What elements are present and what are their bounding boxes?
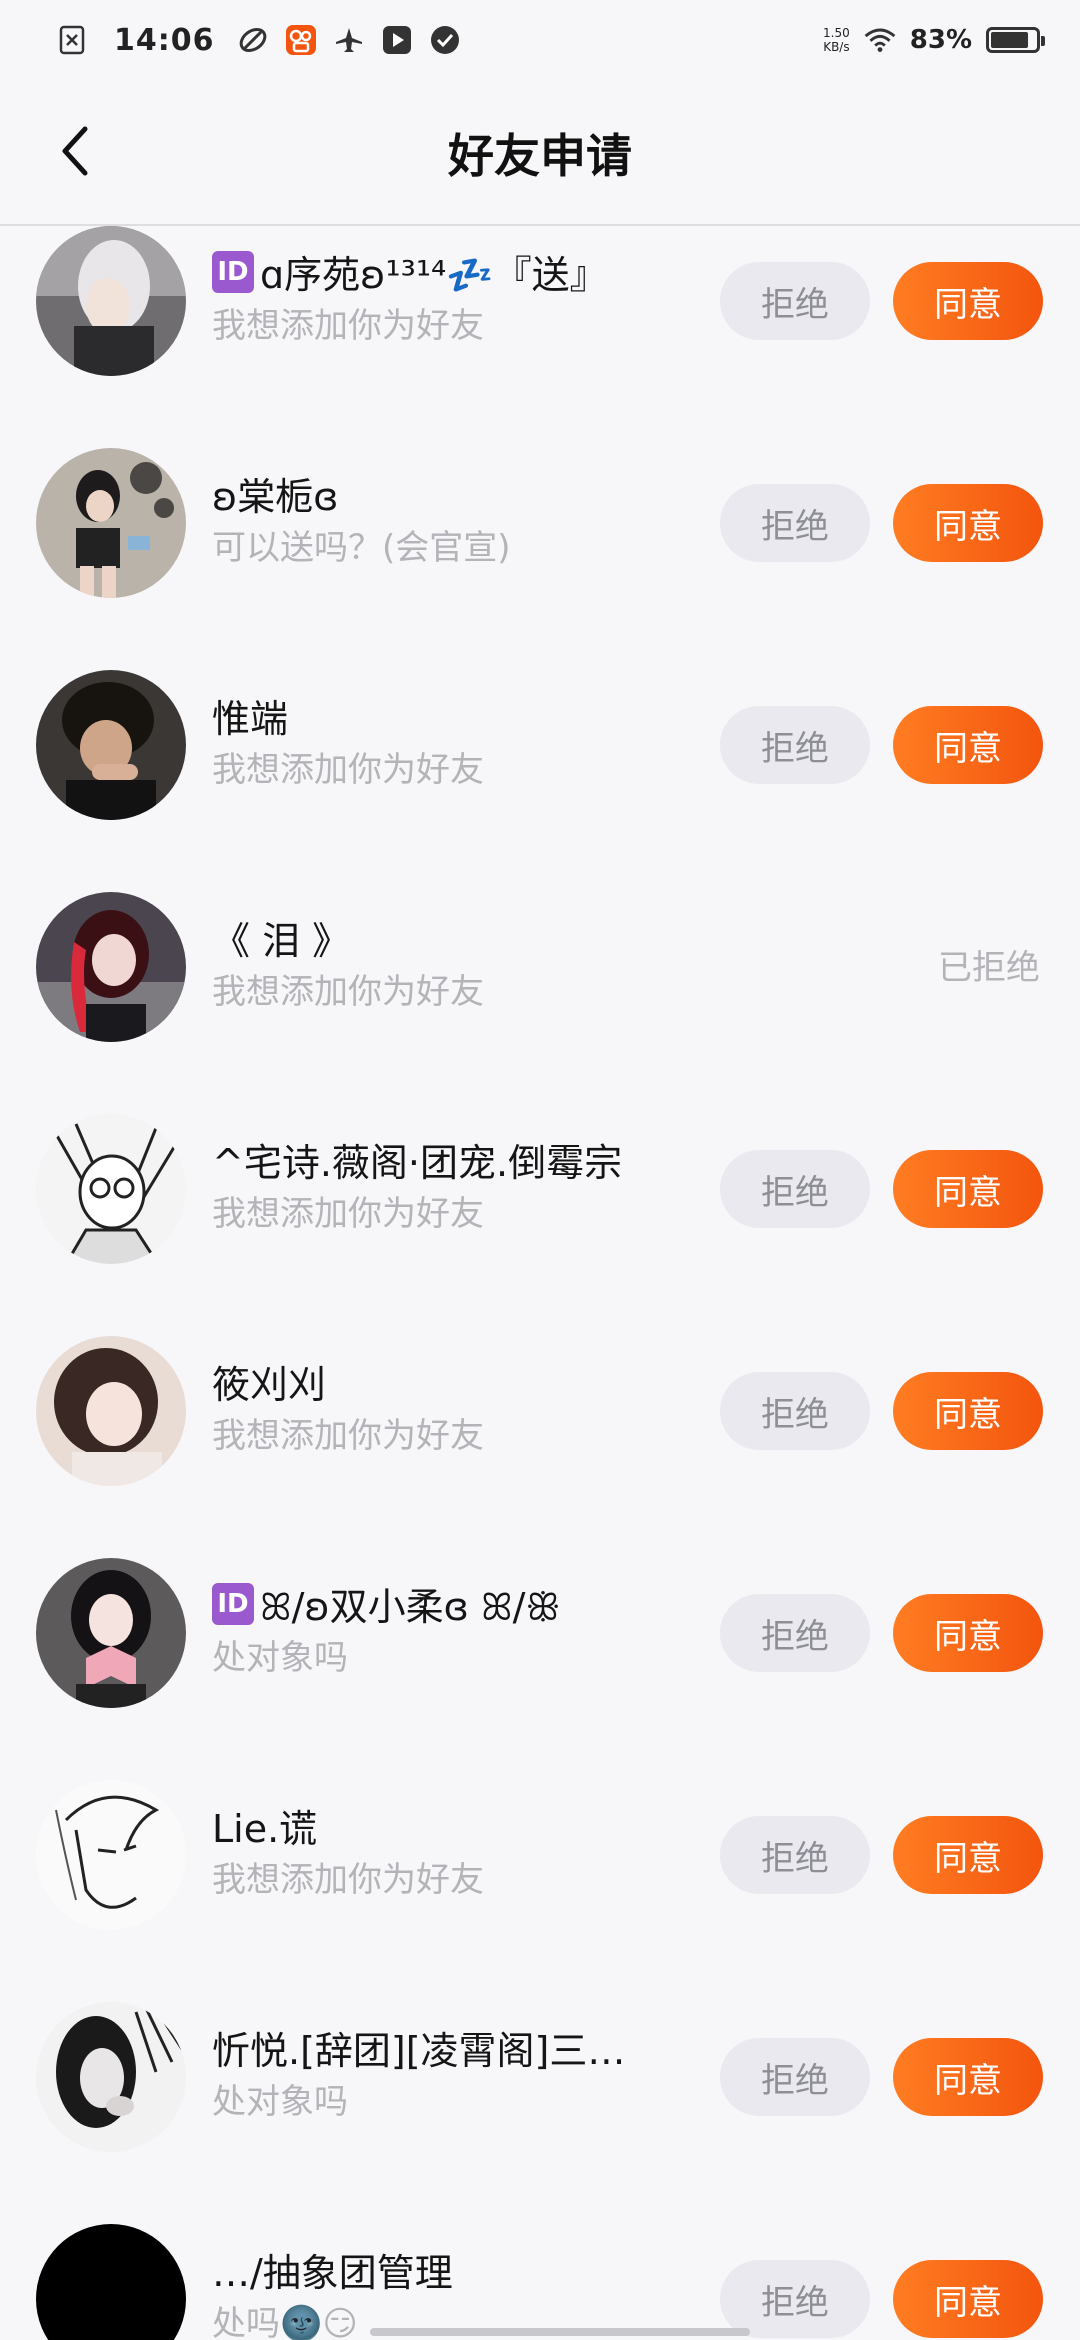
reject-button[interactable]: 拒绝: [720, 1816, 870, 1894]
request-row: ID ꕤ/ʚ双小柔ɞ ꕤ/ꕥ 处对象吗 拒绝 同意: [0, 1558, 1080, 1780]
request-message: 处对象吗: [212, 1638, 348, 1678]
request-message: 我想添加你为好友: [212, 750, 484, 790]
request-name-text: 忻悦.[辞团][凌霄阁]三…: [212, 2029, 626, 2073]
request-row: Lie.谎 我想添加你为好友 拒绝 同意: [0, 1780, 1080, 2002]
request-message: 我想添加你为好友: [212, 1416, 484, 1456]
request-name-text: ʚ棠栀ɞ: [212, 475, 339, 519]
avatar[interactable]: [36, 1114, 186, 1264]
accept-button[interactable]: 同意: [893, 1816, 1043, 1894]
status-bar-right: 1.50 KB/s 83%: [823, 24, 1045, 56]
request-message: 可以送吗？(会官宣): [212, 528, 511, 568]
request-name: …/抽象团管理: [212, 2242, 692, 2297]
plane-icon: [333, 24, 365, 56]
request-name-text: ɑ序苑ʚ¹³¹⁴💤『送』: [260, 253, 608, 297]
reject-button[interactable]: 拒绝: [720, 1594, 870, 1672]
avatar[interactable]: [36, 226, 186, 376]
request-message: 我想添加你为好友: [212, 972, 484, 1012]
avatar[interactable]: [36, 1336, 186, 1486]
avatar[interactable]: [36, 2224, 186, 2340]
request-name-text: …/抽象团管理: [212, 2251, 453, 2295]
request-row: 忻悦.[辞团][凌霄阁]三… 处对象吗 拒绝 同意: [0, 2002, 1080, 2224]
request-name: ^宅诗.薇阁·团宠.倒霉宗: [212, 1132, 692, 1187]
reject-button[interactable]: 拒绝: [720, 2260, 870, 2338]
request-name-text: 惟端: [212, 697, 289, 741]
status-bar: 14:06 1.50 KB/s 83%: [0, 0, 1080, 80]
network-speed-value: 1.50: [823, 26, 850, 40]
reject-button[interactable]: 拒绝: [720, 484, 870, 562]
request-row: ʚ棠栀ɞ 可以送吗？(会官宣) 拒绝 同意: [0, 448, 1080, 670]
app-screen: 14:06 1.50 KB/s 83% 好友申请 ID ɑ序苑ʚ¹³¹⁴💤『送』…: [0, 0, 1080, 2340]
status-time: 14:06: [114, 22, 215, 58]
request-row: ^宅诗.薇阁·团宠.倒霉宗 我想添加你为好友 拒绝 同意: [0, 1114, 1080, 1336]
battery-percentage: 83%: [909, 25, 972, 55]
rejected-status: 已拒绝: [938, 948, 1040, 988]
request-row: 筱刈刈 我想添加你为好友 拒绝 同意: [0, 1336, 1080, 1558]
reject-button[interactable]: 拒绝: [720, 1372, 870, 1450]
request-row: ID ɑ序苑ʚ¹³¹⁴💤『送』 我想添加你为好友 拒绝 同意: [0, 226, 1080, 448]
accept-button[interactable]: 同意: [893, 262, 1043, 340]
page-header: 好友申请: [0, 80, 1080, 226]
request-name: ʚ棠栀ɞ: [212, 466, 692, 521]
request-name: Lie.谎: [212, 1798, 692, 1853]
request-message: 处吗🌚😏: [212, 2304, 358, 2340]
request-message: 我想添加你为好友: [212, 306, 484, 346]
accept-button[interactable]: 同意: [893, 484, 1043, 562]
reject-button[interactable]: 拒绝: [720, 1150, 870, 1228]
request-message: 处对象吗: [212, 2082, 348, 2122]
request-name-text: 《 泪 》: [212, 919, 351, 963]
video-app-icon: [381, 24, 413, 56]
request-message: 我想添加你为好友: [212, 1860, 484, 1900]
accept-button[interactable]: 同意: [893, 2260, 1043, 2338]
accept-button[interactable]: 同意: [893, 1372, 1043, 1450]
request-name-text: ꕤ/ʚ双小柔ɞ ꕤ/ꕥ: [260, 1585, 561, 1629]
request-name: ID ɑ序苑ʚ¹³¹⁴💤『送』: [212, 244, 692, 299]
kuaishou-app-icon: [285, 24, 317, 56]
request-name: ID ꕤ/ʚ双小柔ɞ ꕤ/ꕥ: [212, 1576, 692, 1631]
network-speed: 1.50 KB/s: [823, 26, 850, 54]
request-name-text: Lie.谎: [212, 1807, 318, 1851]
avatar[interactable]: [36, 1780, 186, 1930]
request-name: 忻悦.[辞团][凌霄阁]三…: [212, 2020, 692, 2075]
request-row: …/抽象团管理 处吗🌚😏 拒绝 同意: [0, 2224, 1080, 2340]
reject-button[interactable]: 拒绝: [720, 706, 870, 784]
avatar[interactable]: [36, 448, 186, 598]
battery-level-fill: [991, 32, 1028, 48]
request-name: 《 泪 》: [212, 910, 692, 965]
avatar[interactable]: [36, 670, 186, 820]
status-bar-left: 14:06: [56, 23, 461, 58]
avatar[interactable]: [36, 2002, 186, 2152]
request-message: 我想添加你为好友: [212, 1194, 484, 1234]
request-name-text: ^宅诗.薇阁·团宠.倒霉宗: [212, 1141, 623, 1185]
request-name: 筱刈刈: [212, 1354, 692, 1409]
request-row: 《 泪 》 我想添加你为好友 已拒绝: [0, 892, 1080, 1114]
id-badge: ID: [212, 250, 254, 293]
friend-request-list[interactable]: ID ɑ序苑ʚ¹³¹⁴💤『送』 我想添加你为好友 拒绝 同意 ʚ棠栀ɞ 可以送吗…: [0, 226, 1080, 2340]
reject-button[interactable]: 拒绝: [720, 2038, 870, 2116]
page-title: 好友申请: [448, 129, 632, 183]
accept-button[interactable]: 同意: [893, 1594, 1043, 1672]
reject-button[interactable]: 拒绝: [720, 262, 870, 340]
avatar[interactable]: [36, 892, 186, 1042]
avatar[interactable]: [36, 1558, 186, 1708]
wifi-icon: [864, 24, 896, 56]
network-speed-unit: KB/s: [823, 40, 850, 54]
request-row: 惟端 我想添加你为好友 拒绝 同意: [0, 670, 1080, 892]
accept-button[interactable]: 同意: [893, 2038, 1043, 2116]
request-name: 惟端: [212, 688, 692, 743]
request-name-text: 筱刈刈: [212, 1363, 327, 1407]
notification-close-icon: [56, 24, 88, 56]
accept-button[interactable]: 同意: [893, 1150, 1043, 1228]
id-badge: ID: [212, 1582, 254, 1625]
home-indicator[interactable]: [370, 2328, 750, 2336]
accept-button[interactable]: 同意: [893, 706, 1043, 784]
leaf-app-icon: [237, 24, 269, 56]
battery-icon: [986, 27, 1045, 53]
check-circle-icon: [429, 24, 461, 56]
